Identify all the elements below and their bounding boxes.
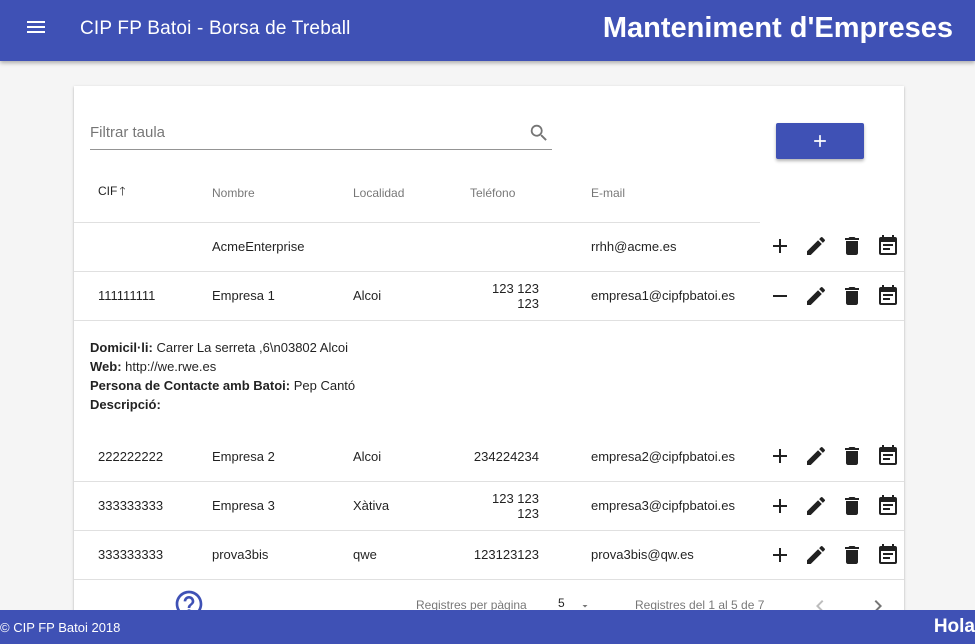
menu-icon[interactable] <box>24 18 48 42</box>
filter-field <box>90 118 552 150</box>
cell-email: empresa2@cipfpbatoi.es <box>591 432 760 482</box>
row-actions <box>760 481 904 531</box>
table-header-row: CIF 🡑 Nombre Localidad Teléfono E-mail <box>74 164 904 223</box>
table-row[interactable]: 222222222 Empresa 2 Alcoi 234224234 empresa2… <box>74 432 904 482</box>
company-details: Domicil·li: Carrer La serreta ,6\n03802 … <box>74 338 904 414</box>
expand-icon[interactable] <box>768 444 792 468</box>
table-row[interactable]: AcmeEnterprise rrhh@acme.es <box>74 222 904 272</box>
row-actions <box>760 222 904 272</box>
column-header-localidad[interactable]: Localidad <box>353 164 470 223</box>
user-greeting: Hola <box>933 616 975 637</box>
delete-icon[interactable] <box>840 494 864 518</box>
expand-icon[interactable] <box>768 494 792 518</box>
cell-email: empresa1@cipfpbatoi.es <box>591 271 760 321</box>
companies-card: CIF🡑 Nombre Localidad Teléfono E-mail Ac… <box>74 86 904 618</box>
sort-ascending-icon: 🡑 <box>119 184 126 199</box>
search-icon[interactable] <box>528 122 550 144</box>
column-header-actions <box>760 164 904 222</box>
calendar-icon[interactable] <box>876 284 900 308</box>
cell-email: prova3bis@qw.es <box>591 530 760 580</box>
column-header-nombre[interactable]: Nombre <box>212 164 353 223</box>
page-title: Manteniment d'Empreses <box>602 12 953 44</box>
cell-telefono: 123 123 123 <box>470 481 591 531</box>
cell-email: empresa3@cipfpbatoi.es <box>591 481 760 531</box>
cell-nombre: AcmeEnterprise <box>212 222 353 272</box>
cell-email: rrhh@acme.es <box>591 222 760 272</box>
calendar-icon[interactable] <box>876 444 900 468</box>
cell-cif: 333333333 <box>74 530 212 580</box>
cell-localidad: Alcoi <box>353 432 470 482</box>
cell-cif: 111111111 <box>74 271 212 321</box>
cell-cif: 333333333 <box>74 481 212 531</box>
calendar-icon[interactable] <box>876 234 900 258</box>
add-company-button[interactable] <box>776 123 864 159</box>
delete-icon[interactable] <box>840 284 864 308</box>
cell-nombre: Empresa 2 <box>212 432 353 482</box>
domicili-label: Domicil·li: <box>90 340 153 356</box>
edit-icon[interactable] <box>804 543 828 567</box>
cell-nombre: Empresa 3 <box>212 481 353 531</box>
delete-icon[interactable] <box>840 234 864 258</box>
delete-icon[interactable] <box>840 444 864 468</box>
column-header-email[interactable]: E-mail <box>591 164 760 223</box>
expand-icon[interactable] <box>768 543 792 567</box>
cell-telefono: 123123123 <box>470 530 591 580</box>
calendar-icon[interactable] <box>876 543 900 567</box>
plus-icon <box>814 135 826 147</box>
filter-input[interactable] <box>90 118 510 146</box>
edit-icon[interactable] <box>804 494 828 518</box>
description-label: Descripció: <box>90 397 161 413</box>
copyright-text: © CIP FP Batoi 2018 <box>0 620 121 635</box>
companies-table: CIF 🡑 Nombre Localidad Teléfono E-mail Ac… <box>74 164 904 580</box>
table-row[interactable]: 111111111 Empresa 1 Alcoi 123 123 123 empres… <box>74 271 904 321</box>
cell-cif: 222222222 <box>74 432 212 482</box>
domicili-value: Carrer La serreta ,6\n03802 Alcoi <box>152 340 348 356</box>
app-bar: CIP FP Batoi - Borsa de Treball Mantenim… <box>0 0 975 61</box>
contact-person-value: Pep Cantó <box>290 378 356 394</box>
cell-localidad: Alcoi <box>353 271 470 321</box>
row-actions <box>760 530 904 580</box>
web-label: Web: <box>90 359 122 375</box>
cell-localidad <box>353 222 470 272</box>
footer: © CIP FP Batoi 2018 Hola <box>0 610 975 644</box>
expand-icon[interactable] <box>768 234 792 258</box>
expanded-detail-row: Domicil·li: Carrer La serreta ,6\n03802 … <box>74 320 904 432</box>
cell-cif <box>74 222 212 272</box>
calendar-icon[interactable] <box>876 494 900 518</box>
edit-icon[interactable] <box>804 284 828 308</box>
app-title: CIP FP Batoi - Borsa de Treball <box>80 18 351 39</box>
row-actions <box>760 432 904 482</box>
cell-nombre: prova3bis <box>212 530 353 580</box>
contact-person-label: Persona de Contacte amb Batoi: <box>90 378 291 394</box>
row-actions <box>760 271 904 321</box>
cell-localidad: Xàtiva <box>353 481 470 531</box>
edit-icon[interactable] <box>804 444 828 468</box>
table-row[interactable]: 333333333 Empresa 3 Xàtiva 123 123 123 empre… <box>74 481 904 531</box>
cell-localidad: qwe <box>353 530 470 580</box>
edit-icon[interactable] <box>804 234 828 258</box>
cell-nombre: Empresa 1 <box>212 271 353 321</box>
collapse-icon[interactable] <box>768 284 792 308</box>
web-value: http://we.rwe.es <box>121 359 217 375</box>
cell-telefono: 123 123 123 <box>470 271 591 321</box>
cell-telefono: 234224234 <box>470 432 591 482</box>
column-header-cif[interactable]: CIF 🡑 <box>74 164 212 223</box>
delete-icon[interactable] <box>840 543 864 567</box>
cell-telefono <box>470 222 591 272</box>
table-row[interactable]: 333333333 prova3bis qwe 123123123 prova3bis@… <box>74 530 904 580</box>
column-header-telefono[interactable]: Teléfono <box>470 164 591 223</box>
